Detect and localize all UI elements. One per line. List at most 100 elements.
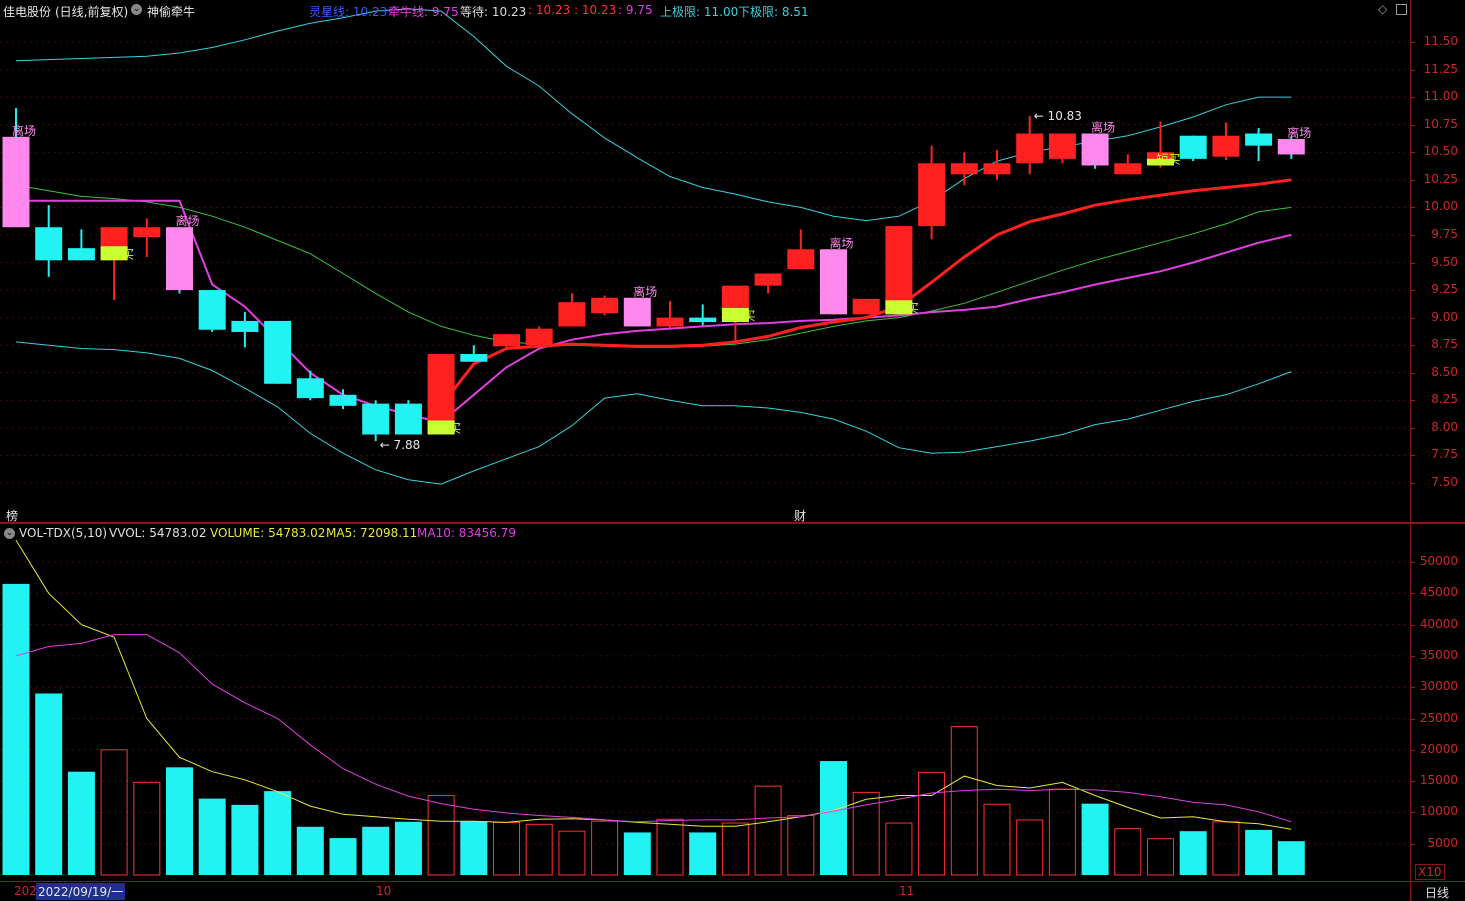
volume-axis-tick (1411, 781, 1415, 783)
volume-bar-down (623, 832, 651, 875)
lower-band-line (15, 341, 1292, 485)
header-item-1: 牵牛线: 9.75 (388, 5, 459, 19)
volume-bar-up (133, 781, 161, 876)
red-trend-line (439, 178, 1292, 407)
period-button-label[interactable]: 日线 (1425, 884, 1449, 901)
period-button[interactable]: 日线 (1410, 881, 1465, 901)
volume-axis-tick (1411, 655, 1415, 657)
volume-bar-up (493, 821, 520, 876)
candle-down (296, 378, 324, 399)
vol-ma10: MA10: 83456.79 (417, 526, 516, 540)
volume-bar-up (558, 830, 586, 876)
volume-bar-up (918, 771, 946, 876)
volume-bar-down (1179, 831, 1207, 875)
low-price-label: ← 7.88 (380, 438, 421, 452)
vol-indicator-name[interactable]: VOL-TDX(5,10) (19, 526, 107, 540)
price-axis-label: 10.75 (1423, 116, 1458, 131)
volume-axis-label: 10000 (1419, 804, 1458, 819)
candle-down (460, 354, 488, 362)
header-item-6: 上极限: 11.00 (660, 5, 739, 19)
header-item-3: : 10.23 (528, 3, 571, 17)
volume-bar-up (427, 794, 455, 876)
indicator-name[interactable]: 神偷牵牛 (147, 3, 195, 20)
price-header: 佳电股份 (日线,前复权) ⌄ 神偷牵牛 灵星线: 10.23 牵牛线: 9.7… (0, 0, 1410, 20)
price-axis-tick (1411, 290, 1415, 292)
volume-axis-tick (1411, 812, 1415, 814)
price-chart: 离场短买离场短买离场短买离场短买离场短买离场← 10.83← 7.88 (0, 8, 1410, 485)
price-axis-label: 8.00 (1431, 419, 1458, 434)
candle-up (950, 163, 978, 175)
volume-bar-up (525, 823, 553, 876)
stock-name[interactable]: 佳电股份 (3, 3, 51, 20)
candle-down (1179, 135, 1207, 159)
price-axis-tick (1411, 483, 1415, 484)
price-axis-label: 8.75 (1431, 337, 1458, 352)
indicator-dropdown-icon[interactable]: ⌄ (131, 4, 142, 15)
volume-bar-down (329, 838, 357, 875)
candle-up (918, 163, 946, 227)
volume-axis-tick (1411, 562, 1415, 563)
ranking-marker[interactable]: 榜 (6, 507, 18, 524)
volume-bar-down (35, 693, 63, 875)
volume-axis-label: 50000 (1419, 554, 1458, 568)
vol-dropdown-icon[interactable]: ⌄ (4, 528, 15, 539)
candle-down (264, 320, 292, 384)
candle-down (35, 227, 63, 261)
diamond-icon[interactable]: ◇ (1378, 2, 1387, 16)
high-price-label: ← 10.83 (1034, 109, 1082, 123)
price-axis-label: 8.25 (1431, 392, 1458, 407)
volume-bar-up (656, 818, 684, 876)
price-axis-tick (1411, 427, 1415, 429)
candle-up (983, 163, 1011, 175)
candle-down (1081, 133, 1109, 166)
candle-up (852, 298, 880, 315)
date-month-oct: 10 (376, 884, 392, 898)
price-axis-tick (1411, 345, 1415, 347)
candle-down (820, 249, 847, 315)
volume-axis-label: 25000 (1419, 710, 1458, 725)
price-axis-label: 7.75 (1431, 447, 1458, 462)
volume-chart-panel[interactable] (0, 524, 1410, 881)
price-axis-tick (1411, 124, 1415, 126)
date-year-prefix: 202 (14, 884, 37, 898)
volume-axis-label: 35000 (1419, 647, 1458, 662)
header-item-7: 下极限: 8.51 (738, 5, 809, 19)
volume-bar-up (950, 726, 978, 876)
candle-up (591, 297, 619, 314)
volume-bar-down (362, 826, 390, 875)
price-axis-tick (1411, 372, 1415, 374)
header-item-5: : 9.75 (618, 3, 653, 17)
volume-bar-up (721, 822, 749, 876)
price-axis-label: 10.00 (1423, 199, 1458, 214)
volume-axis-tick (1411, 593, 1415, 595)
candle-up (754, 273, 782, 286)
volume-bar-down (460, 821, 488, 875)
candle-down (1245, 133, 1273, 146)
price-axis-tick (1411, 42, 1415, 43)
volume-chart (0, 539, 1410, 876)
candle-down (1277, 139, 1305, 155)
price-axis-label: 9.50 (1431, 254, 1458, 269)
price-axis-tick (1411, 317, 1415, 319)
volume-bar-down (231, 804, 259, 875)
current-date: 2022/09/19/一 (36, 883, 126, 900)
buy-signal-label: 短买 (437, 421, 461, 435)
header-item-4: : 10.23 (574, 3, 617, 17)
volume-axis-label: 45000 (1419, 585, 1458, 600)
panel-toggle-icon[interactable] (1396, 4, 1407, 15)
volume-bar-down (689, 832, 717, 875)
price-axis: 11.50 11.25 11.00 10.75 10.50 10.25 10.00 9.75 9… (1410, 0, 1465, 522)
volume-bar-down (394, 821, 422, 875)
volume-header: ⌄ VOL-TDX(5,10) VVOL: 54783.02 VOLUME: 5… (0, 524, 1410, 542)
price-axis-label: 9.00 (1431, 309, 1458, 324)
price-chart-panel[interactable]: 离场 短买 离场 短买 离场 短买 离场 短买 离场 短买 离场 ← 10.83 ← 7.88 (0, 0, 1410, 522)
volume-bar-down (166, 767, 193, 875)
price-axis-label: 11.25 (1423, 61, 1458, 76)
candle-down (329, 394, 357, 406)
finance-marker[interactable]: 财 (794, 507, 806, 524)
period-label[interactable]: (日线,前复权) (55, 3, 128, 20)
volume-axis-tick (1411, 843, 1415, 845)
volume-bar-down (1245, 829, 1273, 875)
candle-down (2, 136, 30, 228)
candle-down (394, 403, 422, 435)
